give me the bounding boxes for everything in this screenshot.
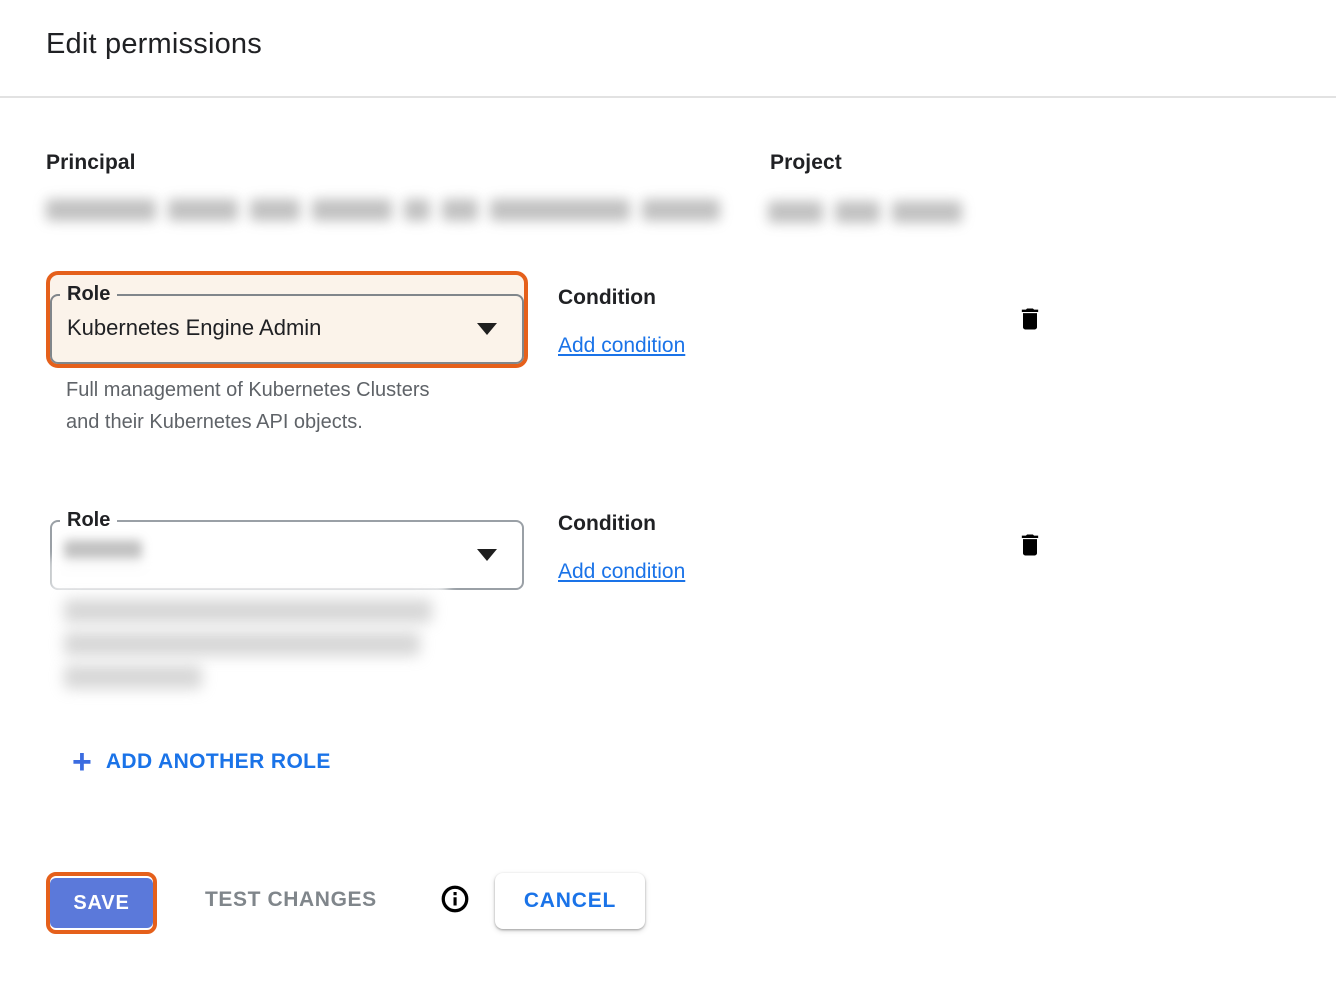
redaction-overlay (50, 558, 448, 594)
info-button[interactable] (440, 885, 470, 915)
role-select-1-label: Role (60, 282, 117, 306)
page-title: Edit permissions (46, 28, 262, 61)
role-1-description: Full management of Kubernetes Clusters a… (66, 374, 456, 438)
arrow-drop-down-icon (477, 549, 497, 561)
project-value-redacted (768, 201, 962, 223)
role-select-1-value: Kubernetes Engine Admin (67, 315, 321, 341)
save-button[interactable]: SAVE (50, 878, 153, 928)
trash-icon (1016, 531, 1044, 562)
trash-icon (1016, 305, 1044, 336)
role-select-2-label: Role (60, 508, 117, 532)
principal-value-redacted (46, 199, 720, 221)
edit-permissions-dialog: Edit permissions Principal Project Role … (0, 0, 1336, 992)
add-another-role-label: ADD ANOTHER ROLE (106, 750, 331, 774)
test-changes-button[interactable]: TEST CHANGES (205, 888, 377, 912)
cancel-button[interactable]: CANCEL (495, 873, 645, 929)
info-icon (440, 884, 470, 917)
header-divider (0, 96, 1336, 98)
plus-icon: + (72, 748, 92, 776)
add-another-role-button[interactable]: + ADD ANOTHER ROLE (72, 748, 331, 776)
arrow-drop-down-icon (477, 323, 497, 335)
condition-label-2: Condition (558, 512, 656, 536)
principal-label: Principal (46, 151, 136, 175)
add-condition-link-1[interactable]: Add condition (558, 334, 685, 358)
delete-role-button-1[interactable] (1015, 304, 1045, 336)
project-label: Project (770, 151, 842, 175)
delete-role-button-2[interactable] (1015, 530, 1045, 562)
add-condition-link-2[interactable]: Add condition (558, 560, 685, 584)
condition-label-1: Condition (558, 286, 656, 310)
